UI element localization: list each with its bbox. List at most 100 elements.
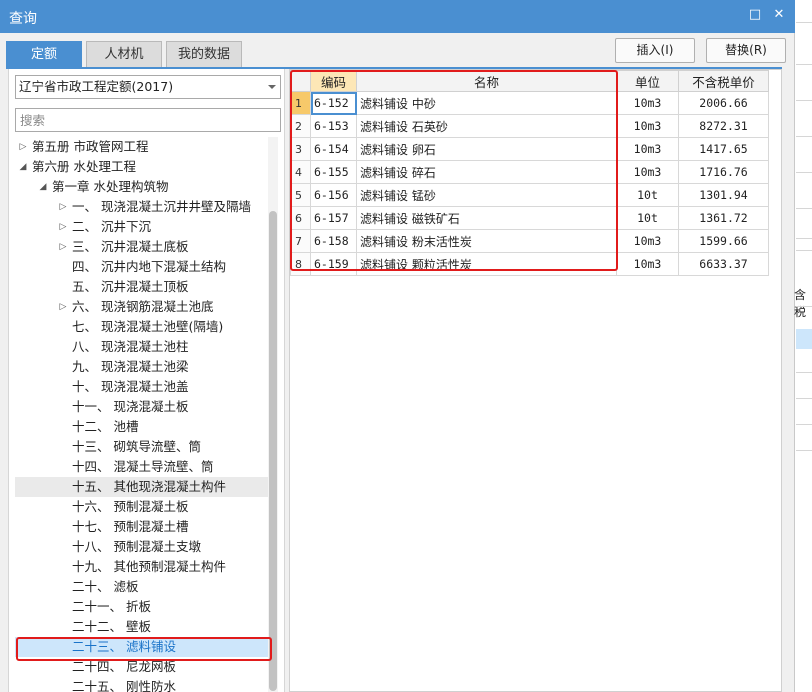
tree-item[interactable]: 七、 现浇混凝土池壁(隔墙) (15, 317, 268, 337)
grid-header-price[interactable]: 不含税单价 (678, 70, 769, 92)
grid-row[interactable]: 5 6-156 滤料铺设 锰砂 10t 1301.94 (290, 183, 769, 207)
grid-cell-code[interactable]: 6-155 (310, 160, 357, 184)
expanded-arrow-icon[interactable]: ◢ (37, 177, 49, 197)
library-select[interactable]: 辽宁省市政工程定额(2017) (15, 75, 281, 99)
library-select-value: 辽宁省市政工程定额(2017) (19, 79, 174, 94)
tree-item[interactable]: 二十三、 滤料铺设 (15, 637, 268, 657)
tree-item[interactable]: 五、 沉井混凝土顶板 (15, 277, 268, 297)
grid-row[interactable]: 3 6-154 滤料铺设 卵石 10m3 1417.65 (290, 137, 769, 161)
collapsed-arrow-icon[interactable]: ▷ (57, 297, 69, 317)
tree-item[interactable]: 十、 现浇混凝土池盖 (15, 377, 268, 397)
tree-item-label: 二十五、 刚性防水 (72, 679, 176, 692)
grid-cell-code[interactable]: 6-157 (310, 206, 357, 230)
grid-cell-price[interactable]: 2006.66 (678, 91, 769, 115)
grid-cell-code[interactable]: 6-158 (310, 229, 357, 253)
left-panel: 辽宁省市政工程定额(2017) ▷第五册 市政管网工程◢第六册 水处理工程◢第一… (8, 69, 285, 692)
grid-cell-name[interactable]: 滤料铺设 石英砂 (356, 114, 617, 138)
grid-cell-unit[interactable]: 10m3 (616, 114, 679, 138)
grid-cell-unit[interactable]: 10m3 (616, 160, 679, 184)
tree-item[interactable]: ◢ 第六册 水处理工程 (15, 157, 268, 177)
tree-item[interactable]: 二十、 滤板 (15, 577, 268, 597)
tree-item[interactable]: 十六、 预制混凝土板 (15, 497, 268, 517)
grid-cell-code[interactable]: 6-159 (310, 252, 357, 276)
collapsed-arrow-icon[interactable]: ▷ (57, 197, 69, 217)
tree-item[interactable]: 八、 现浇混凝土池柱 (15, 337, 268, 357)
grid-cell-name[interactable]: 滤料铺设 卵石 (356, 137, 617, 161)
collapsed-arrow-icon[interactable]: ▷ (57, 217, 69, 237)
insert-button[interactable]: 插入(I) (615, 38, 695, 63)
grid-cell-price[interactable]: 8272.31 (678, 114, 769, 138)
grid-cell-index: 1 (290, 91, 311, 115)
search-input[interactable] (15, 108, 281, 132)
tree-item[interactable]: 十四、 混凝土导流壁、筒 (15, 457, 268, 477)
grid-cell-code[interactable]: 6-152 (310, 91, 357, 115)
grid-cell-price[interactable]: 1361.72 (678, 206, 769, 230)
expanded-arrow-icon[interactable]: ◢ (17, 157, 29, 177)
grid-cell-price[interactable]: 1417.65 (678, 137, 769, 161)
grid-row[interactable]: 6 6-157 滤料铺设 磁铁矿石 10t 1361.72 (290, 206, 769, 230)
tree-item[interactable]: ▷ 三、 沉井混凝土底板 (15, 237, 268, 257)
tab-labor-materials-machines[interactable]: 人材机 (86, 41, 162, 67)
tab-my-data[interactable]: 我的数据 (166, 41, 242, 67)
grid-cell-unit[interactable]: 10m3 (616, 229, 679, 253)
grid-row[interactable]: 1 6-152 滤料铺设 中砂 10m3 2006.66 (290, 91, 769, 115)
tab-quota[interactable]: 定额 (6, 41, 82, 67)
grid-cell-name[interactable]: 滤料铺设 颗粒活性炭 (356, 252, 617, 276)
grid-header-name[interactable]: 名称 (356, 70, 617, 92)
grid-row[interactable]: 2 6-153 滤料铺设 石英砂 10m3 8272.31 (290, 114, 769, 138)
tree-item[interactable]: ▷ 六、 现浇钢筋混凝土池底 (15, 297, 268, 317)
grid-row[interactable]: 4 6-155 滤料铺设 碎石 10m3 1716.76 (290, 160, 769, 184)
tree-item[interactable]: 十八、 预制混凝土支墩 (15, 537, 268, 557)
tree-item[interactable]: ◢ 第一章 水处理构筑物 (15, 177, 268, 197)
tree-item-label: 二十、 滤板 (72, 579, 139, 594)
tree-item[interactable]: 十九、 其他预制混凝土构件 (15, 557, 268, 577)
background-gridline (796, 450, 812, 451)
grid-cell-price[interactable]: 6633.37 (678, 252, 769, 276)
tree-item[interactable]: ▷ 二、 沉井下沉 (15, 217, 268, 237)
grid-header-code[interactable]: 编码 (310, 70, 357, 92)
grid-cell-price[interactable]: 1301.94 (678, 183, 769, 207)
grid-cell-name[interactable]: 滤料铺设 粉末活性炭 (356, 229, 617, 253)
tree-item[interactable]: 十三、 砌筑导流壁、筒 (15, 437, 268, 457)
tree-item[interactable]: 十一、 现浇混凝土板 (15, 397, 268, 417)
grid-row[interactable]: 8 6-159 滤料铺设 颗粒活性炭 10m3 6633.37 (290, 252, 769, 276)
tree-item[interactable]: 十二、 池槽 (15, 417, 268, 437)
grid-row[interactable]: 7 6-158 滤料铺设 粉末活性炭 10m3 1599.66 (290, 229, 769, 253)
maximize-icon[interactable]: □ (746, 6, 764, 24)
grid-cell-unit[interactable]: 10m3 (616, 91, 679, 115)
tree-item[interactable]: 二十一、 折板 (15, 597, 268, 617)
tree-item[interactable]: 十七、 预制混凝土槽 (15, 517, 268, 537)
tree-item[interactable]: 十五、 其他现浇混凝土构件 (15, 477, 268, 497)
tree-item-label: 十九、 其他预制混凝土构件 (72, 559, 226, 574)
grid-cell-unit[interactable]: 10t (616, 183, 679, 207)
tree-item[interactable]: ▷ 一、 现浇混凝土沉井井壁及隔墙 (15, 197, 268, 217)
close-icon[interactable]: ✕ (770, 6, 788, 24)
background-gridline (796, 172, 812, 173)
grid-cell-name[interactable]: 滤料铺设 磁铁矿石 (356, 206, 617, 230)
tree-item[interactable]: 二十二、 壁板 (15, 617, 268, 637)
collapsed-arrow-icon[interactable]: ▷ (17, 137, 29, 157)
collapsed-arrow-icon[interactable]: ▷ (57, 237, 69, 257)
tree-item[interactable]: ▷ 第五册 市政管网工程 (15, 137, 268, 157)
grid-cell-code[interactable]: 6-154 (310, 137, 357, 161)
grid-cell-unit[interactable]: 10m3 (616, 252, 679, 276)
grid-cell-price[interactable]: 1716.76 (678, 160, 769, 184)
background-gridline (796, 100, 812, 101)
replace-button[interactable]: 替换(R) (706, 38, 786, 63)
tree-scrollbar[interactable] (268, 137, 278, 692)
grid-cell-unit[interactable]: 10m3 (616, 137, 679, 161)
tree-item[interactable]: 四、 沉井内地下混凝土结构 (15, 257, 268, 277)
tree-scrollbar-thumb[interactable] (269, 211, 277, 691)
grid-header-unit[interactable]: 单位 (616, 70, 679, 92)
window-titlebar: 查询 □ ✕ (0, 0, 795, 33)
grid-cell-name[interactable]: 滤料铺设 碎石 (356, 160, 617, 184)
grid-cell-name[interactable]: 滤料铺设 锰砂 (356, 183, 617, 207)
tree-item[interactable]: 二十五、 刚性防水 (15, 677, 268, 692)
tree-item[interactable]: 二十四、 尼龙网板 (15, 657, 268, 677)
grid-cell-name[interactable]: 滤料铺设 中砂 (356, 91, 617, 115)
grid-cell-unit[interactable]: 10t (616, 206, 679, 230)
grid-cell-code[interactable]: 6-153 (310, 114, 357, 138)
grid-cell-code[interactable]: 6-156 (310, 183, 357, 207)
grid-cell-price[interactable]: 1599.66 (678, 229, 769, 253)
tree-item[interactable]: 九、 现浇混凝土池梁 (15, 357, 268, 377)
